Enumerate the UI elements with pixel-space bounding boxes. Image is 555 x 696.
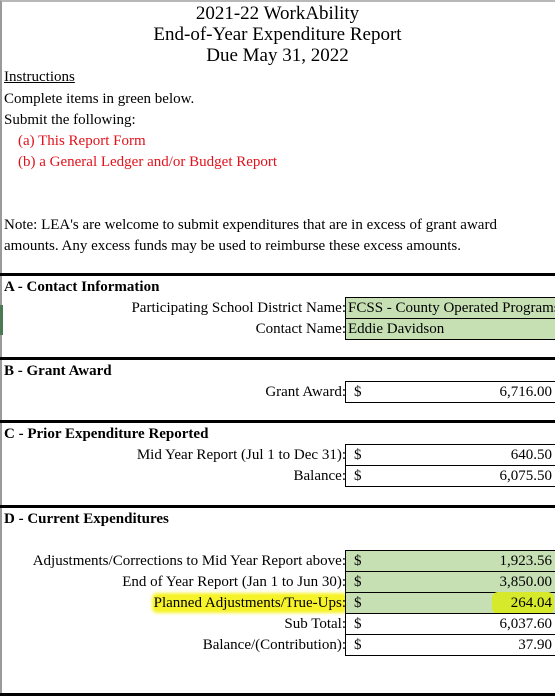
section-divider [0, 420, 555, 423]
prior-balance-label: Balance: [293, 468, 346, 484]
adjustments-field[interactable]: $ 1,923.56 [345, 550, 555, 572]
contact-name-field[interactable]: Eddie Davidson [345, 318, 555, 340]
planned-adjustments-label-wrap: Planned Adjustments/True-Ups: [153, 594, 346, 612]
instructions-heading: Instructions [4, 69, 75, 85]
mid-year-field[interactable]: $ 640.50 [345, 444, 555, 466]
district-name-field[interactable]: FCSS - County Operated Programs [345, 297, 555, 319]
note-line: amounts. Any excess funds may be used to… [4, 238, 461, 254]
end-of-year-value: 3,850.00 [499, 574, 553, 590]
contact-name-value: Eddie Davidson [348, 321, 445, 337]
section-d-heading: D - Current Expenditures [4, 511, 169, 527]
instructions-item-b: (b) a General Ledger and/or Budget Repor… [18, 154, 278, 170]
currency-symbol: $ [354, 384, 362, 400]
report-title-year: 2021-22 WorkAbility [195, 3, 360, 24]
section-c-heading: C - Prior Expenditure Reported [4, 426, 209, 442]
adjustments-label: Adjustments/Corrections to Mid Year Repo… [32, 553, 346, 569]
report-title: End-of-Year Expenditure Report [153, 24, 402, 45]
currency-symbol: $ [354, 637, 362, 653]
prior-balance-field[interactable]: $ 6,075.50 [345, 465, 555, 487]
currency-symbol: $ [354, 595, 362, 611]
prior-balance-value: 6,075.50 [499, 468, 553, 484]
instructions-line: Submit the following: [4, 112, 136, 128]
balance-contribution-field[interactable]: $ 37.90 [345, 634, 555, 656]
balance-contribution-value: 37.90 [518, 637, 552, 653]
grant-award-label: Grant Award: [265, 384, 346, 400]
end-of-year-label: End of Year Report (Jan 1 to Jun 30): [122, 574, 346, 590]
currency-symbol: $ [354, 468, 362, 484]
note-line: Note: LEA's are welcome to submit expend… [4, 217, 497, 233]
instructions-item-a: (a) This Report Form [18, 133, 146, 149]
currency-symbol: $ [354, 447, 362, 463]
balance-contribution-label: Balance/(Contribution): [202, 637, 346, 653]
subtotal-label: Sub Total: [284, 616, 346, 632]
contact-name-label: Contact Name: [255, 321, 346, 337]
currency-symbol: $ [354, 553, 362, 569]
mid-year-value: 640.50 [510, 447, 552, 463]
section-a-heading: A - Contact Information [4, 279, 160, 295]
left-edge-marker [0, 305, 3, 335]
end-of-year-field[interactable]: $ 3,850.00 [345, 571, 555, 593]
district-name-label: Participating School District Name: [131, 300, 346, 316]
section-b-heading: B - Grant Award [4, 363, 112, 379]
planned-adjustments-field[interactable]: $ 264.04 [345, 592, 555, 614]
section-divider [0, 273, 555, 276]
planned-adjustments-label: Planned Adjustments/True-Ups: [153, 595, 346, 611]
adjustments-value: 1,923.56 [499, 553, 553, 569]
planned-adjustments-value: 264.04 [510, 595, 552, 611]
subtotal-value: 6,037.60 [499, 616, 553, 632]
grant-award-value: 6,716.00 [499, 384, 553, 400]
currency-symbol: $ [354, 574, 362, 590]
grant-award-field[interactable]: $ 6,716.00 [345, 381, 555, 403]
currency-symbol: $ [354, 616, 362, 632]
subtotal-field[interactable]: $ 6,037.60 [345, 613, 555, 635]
section-divider [0, 505, 555, 508]
section-divider [0, 357, 555, 360]
mid-year-label: Mid Year Report (Jul 1 to Dec 31): [136, 447, 346, 463]
district-name-value: FCSS - County Operated Programs [348, 300, 555, 316]
report-due-date: Due May 31, 2022 [206, 45, 349, 66]
instructions-line: Complete items in green below. [4, 91, 195, 107]
